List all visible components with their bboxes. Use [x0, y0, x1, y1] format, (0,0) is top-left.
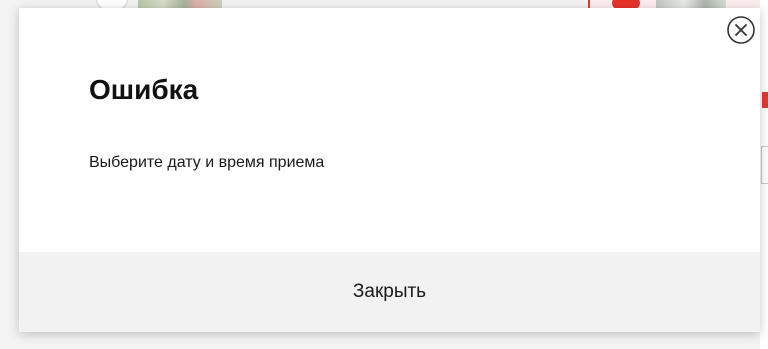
- background-edge-field: [761, 146, 768, 184]
- dialog-title: Ошибка: [89, 74, 199, 105]
- close-circle-icon: [727, 16, 755, 44]
- dialog-message: Выберите дату и время приема: [89, 154, 325, 171]
- dialog-body: Ошибка Выберите дату и время приема: [19, 8, 760, 252]
- background-edge-accent: [762, 92, 768, 108]
- close-icon-button[interactable]: [726, 15, 756, 45]
- close-button[interactable]: Закрыть: [19, 252, 760, 332]
- dialog-footer: Закрыть: [19, 252, 760, 332]
- error-dialog: Ошибка Выберите дату и время приема Закр…: [19, 8, 760, 332]
